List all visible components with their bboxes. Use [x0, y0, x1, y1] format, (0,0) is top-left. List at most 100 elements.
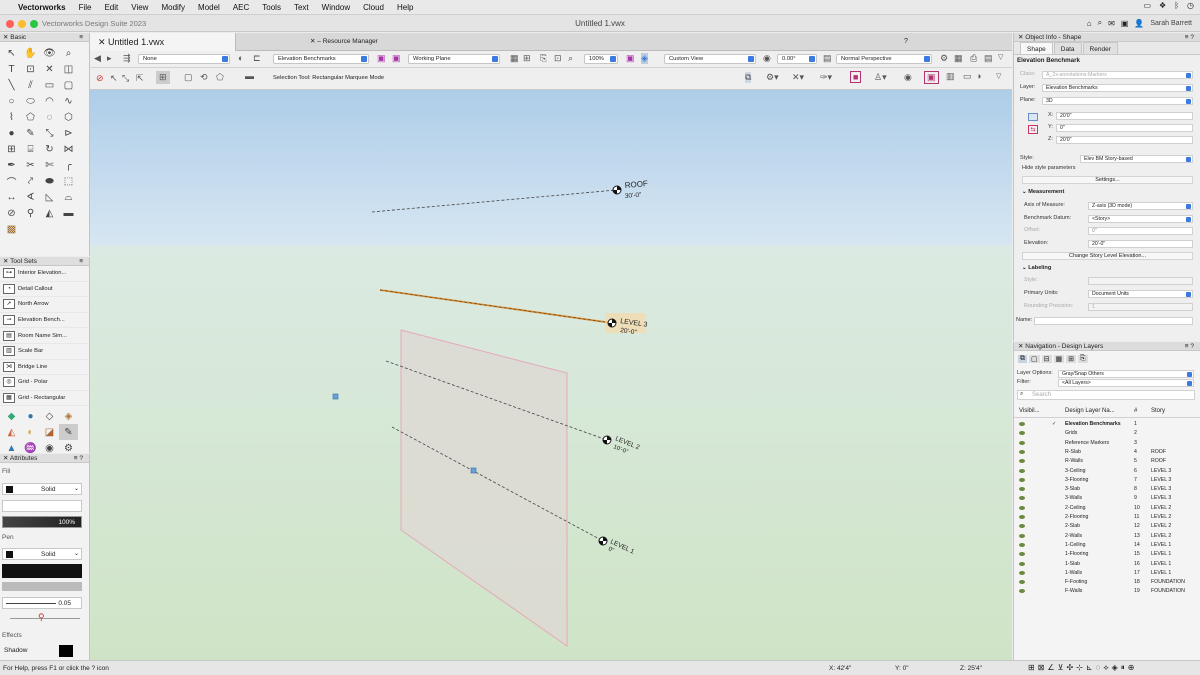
- z-field[interactable]: 20'0": [1056, 136, 1193, 144]
- toolset-bridge-line[interactable]: ⋊ Bridge Line: [0, 360, 89, 376]
- chevron-down-icon[interactable]: ▽: [998, 53, 1003, 61]
- object-info-menu-icon[interactable]: ≡ ?: [1185, 33, 1194, 42]
- line-weight-select[interactable]: 0.05: [2, 597, 82, 609]
- rotate-tool-icon[interactable]: ↻: [40, 141, 59, 157]
- snap-angle-icon[interactable]: ∠: [1047, 663, 1054, 673]
- class-select[interactable]: A_2x-annotations-Markers: [1042, 71, 1193, 79]
- datum-select[interactable]: <Story>: [1088, 215, 1193, 223]
- resize-tool-icon[interactable]: ◭: [40, 205, 59, 221]
- pen-color-bar[interactable]: [2, 564, 82, 578]
- tab-data[interactable]: Data: [1053, 42, 1082, 54]
- snap-settings-icon[interactable]: ⊕: [1128, 663, 1135, 673]
- snap-point-icon[interactable]: ⟡: [1103, 663, 1108, 673]
- render-mode-select[interactable]: Normal Perspective: [836, 54, 932, 64]
- mode-marquee-icon[interactable]: ⊞: [156, 71, 170, 84]
- camera-icon[interactable]: ⎙: [970, 53, 977, 64]
- working-plane-select[interactable]: Working Plane: [408, 54, 500, 64]
- layer-row[interactable]: 2-Ceiling 10 LEVEL 2: [1014, 504, 1200, 513]
- visibility-eye-icon[interactable]: [1019, 515, 1025, 519]
- stack-layers-icon[interactable]: ▣: [392, 53, 401, 64]
- roof-marker-symbol[interactable]: [612, 185, 622, 195]
- line-tool-icon[interactable]: ╲: [2, 77, 21, 93]
- dims-notes-set-icon[interactable]: ◆: [2, 408, 21, 424]
- menu-modify[interactable]: Modify: [161, 3, 185, 12]
- trim-tool-icon[interactable]: ✂: [21, 157, 40, 173]
- attribute-mapping-tool-icon[interactable]: ⤡: [40, 125, 59, 141]
- labeling-section[interactable]: ⌄ Labeling: [1022, 265, 1051, 271]
- layer-select[interactable]: Elevation Benchmarks: [1042, 84, 1193, 92]
- mode-scale-icon[interactable]: ⇱: [136, 73, 144, 84]
- classes-icon[interactable]: ⊟: [1041, 355, 1052, 363]
- push-pull-tool-icon[interactable]: ⬚: [59, 173, 78, 189]
- level1-marker-symbol[interactable]: [598, 536, 608, 546]
- attributes-menu-icon[interactable]: ≡ ?: [74, 454, 83, 463]
- x-field[interactable]: 20'0": [1056, 112, 1193, 120]
- selection-tool-icon[interactable]: ↖: [2, 45, 21, 61]
- fill-style-select[interactable]: Solid ⌄: [2, 483, 82, 495]
- layer-row[interactable]: 2-Flooring 11 LEVEL 2: [1014, 513, 1200, 522]
- col-layer-name[interactable]: Design Layer Na...: [1065, 408, 1115, 414]
- chain-dim-tool-icon[interactable]: ⌓: [59, 189, 78, 205]
- person-icon[interactable]: ♙▾: [874, 72, 887, 83]
- layer-row[interactable]: 1-Ceiling 14 LEVEL 1: [1014, 541, 1200, 550]
- split-tool-icon[interactable]: ✄: [40, 157, 59, 173]
- visibility-tool-icon[interactable]: ⊳: [59, 125, 78, 141]
- flyover-tool-icon[interactable]: 👁: [40, 45, 59, 61]
- window-icon[interactable]: ▭: [963, 71, 972, 82]
- tool-sets-menu-icon[interactable]: ≡: [79, 257, 83, 266]
- snap-surface-icon[interactable]: ◈: [1112, 663, 1118, 673]
- snap-edge-icon[interactable]: ◌: [1096, 663, 1101, 673]
- detailing-set-icon[interactable]: ◐: [21, 424, 40, 440]
- offset-field[interactable]: 0": [1088, 227, 1193, 235]
- toolset-scale-bar[interactable]: ▥ Scale Bar: [0, 344, 89, 360]
- clip-cube-icon[interactable]: ◉: [904, 72, 912, 83]
- layer-row[interactable]: 1-Walls 17 LEVEL 1: [1014, 569, 1200, 578]
- navigation-menu-icon[interactable]: ≡ ?: [1185, 342, 1194, 351]
- roof-benchmark-line[interactable]: [371, 189, 617, 213]
- lasso-icon[interactable]: ⟲: [200, 72, 208, 83]
- layer-row[interactable]: 3-Flooring 7 LEVEL 3: [1014, 476, 1200, 485]
- toolset-north-arrow[interactable]: ➚ North Arrow: [0, 297, 89, 313]
- shadow-color-swatch[interactable]: [59, 645, 73, 657]
- layer-row[interactable]: R-Walls 5 ROOF: [1014, 457, 1200, 466]
- pattern-tool-icon[interactable]: ▩: [2, 221, 21, 237]
- home-icon[interactable]: ⌂: [1087, 19, 1092, 28]
- text-tool-icon[interactable]: T: [2, 61, 21, 77]
- zoom-selection-icon[interactable]: ⊡: [554, 53, 562, 64]
- rounded-rect-tool-icon[interactable]: ▢: [59, 77, 78, 93]
- freehand-tool-icon[interactable]: ∿: [59, 93, 78, 109]
- opacity-slider[interactable]: 100%: [2, 516, 82, 528]
- toolset-detail-callout[interactable]: ◔ Detail Callout: [0, 282, 89, 298]
- style-select[interactable]: Elev BM Story-based: [1080, 155, 1193, 163]
- forward-arrow-icon[interactable]: ▸: [107, 53, 112, 64]
- frame-tool-icon[interactable]: ▬: [59, 205, 78, 221]
- building-shell-set-icon[interactable]: ◇: [40, 408, 59, 424]
- projection-icon[interactable]: ▤: [823, 53, 832, 64]
- objects-set-icon[interactable]: ◪: [40, 424, 59, 440]
- offset-tool-icon[interactable]: ⌒: [2, 173, 21, 189]
- snap-grid-icon[interactable]: ⊞: [1028, 663, 1035, 673]
- protractor-tool-icon[interactable]: ∢: [21, 189, 40, 205]
- position-box-icon[interactable]: [1028, 113, 1038, 121]
- position-flip-icon[interactable]: ⇆: [1028, 125, 1038, 134]
- sphere-tool-icon[interactable]: ●: [2, 125, 21, 141]
- measurement-section[interactable]: ⌄ Measurement: [1022, 189, 1064, 195]
- layer-options-icon[interactable]: ▣: [377, 53, 386, 64]
- selection-handle[interactable]: [332, 393, 339, 400]
- clip-tool-icon[interactable]: ⬬: [40, 173, 59, 189]
- visibility-eye-icon[interactable]: [1019, 505, 1025, 510]
- rotate-plan-icon[interactable]: ◉: [763, 53, 771, 64]
- layers-icon[interactable]: ▤: [984, 53, 993, 64]
- level2-marker-symbol[interactable]: [602, 435, 612, 445]
- view-select[interactable]: Custom View: [664, 54, 756, 64]
- layer-search-input[interactable]: ⌕ Search: [1017, 390, 1195, 400]
- visibility-eye-icon[interactable]: [1019, 431, 1025, 436]
- rect-marquee-icon[interactable]: ▢: [184, 72, 193, 83]
- bluetooth-icon[interactable]: ᛒ: [1174, 1, 1179, 10]
- rectangle-tool-icon[interactable]: ▭: [40, 77, 59, 93]
- axis-select[interactable]: Z-axis (3D mode): [1088, 202, 1193, 210]
- toolset-grid-polar[interactable]: ◎ Grid - Polar: [0, 375, 89, 391]
- layer-row[interactable]: Grids 2: [1014, 429, 1200, 438]
- stair-tool-icon[interactable]: ⌸: [21, 141, 40, 157]
- toolset-interior-elevation[interactable]: ⊶ Interior Elevation...: [0, 266, 89, 282]
